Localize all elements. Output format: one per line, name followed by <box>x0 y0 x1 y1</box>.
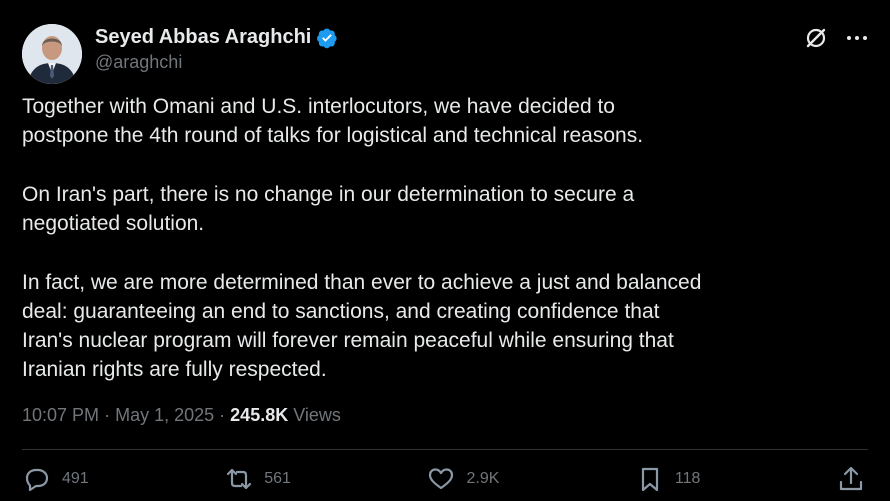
like-count: 2.9K <box>466 470 500 487</box>
post-paragraph: In fact, we are more determined than eve… <box>22 271 702 381</box>
author-name[interactable]: Seyed Abbas Araghchi <box>95 26 311 49</box>
author-avatar[interactable] <box>22 24 82 84</box>
share-button[interactable] <box>836 464 866 494</box>
verified-badge-icon[interactable] <box>316 27 338 49</box>
bookmark-button[interactable]: 118 <box>635 464 701 494</box>
like-button[interactable]: 2.9K <box>426 464 499 494</box>
repost-icon <box>227 468 252 490</box>
more-options-icon[interactable] <box>844 25 870 51</box>
reply-button[interactable]: 491 <box>22 464 89 494</box>
author-name-row: Seyed Abbas Araghchi <box>95 26 338 49</box>
reply-count: 491 <box>62 470 89 487</box>
bookmark-count: 118 <box>674 470 701 487</box>
post-actions-bar: 491 561 2.9K 118 <box>22 463 866 495</box>
author-handle[interactable]: @araghchi <box>95 52 182 73</box>
divider <box>22 449 868 450</box>
bookmark-icon <box>641 467 659 492</box>
views-label: Views <box>293 405 341 425</box>
meta-separator: · <box>104 405 111 425</box>
avatar-image <box>22 24 82 84</box>
heart-icon <box>429 468 454 490</box>
post-text: Together with Omani and U.S. interlocuto… <box>22 92 870 414</box>
share-icon <box>839 466 863 491</box>
post-paragraph: Together with Omani and U.S. interlocuto… <box>22 95 644 147</box>
post-time[interactable]: 10:07 PM <box>22 405 99 425</box>
reply-icon <box>25 468 49 492</box>
meta-separator: · <box>219 405 226 425</box>
grok-icon[interactable] <box>802 24 830 52</box>
repost-count: 561 <box>264 470 291 487</box>
repost-button[interactable]: 561 <box>224 464 291 494</box>
views-count: 245.8K <box>230 405 289 425</box>
post-meta: 10:07 PM · May 1, 2025 · 245.8K Views <box>22 405 341 426</box>
post-paragraph: On Iran's part, there is no change in ou… <box>22 183 635 235</box>
post-date[interactable]: May 1, 2025 <box>115 405 214 425</box>
post-header-actions <box>802 24 870 52</box>
